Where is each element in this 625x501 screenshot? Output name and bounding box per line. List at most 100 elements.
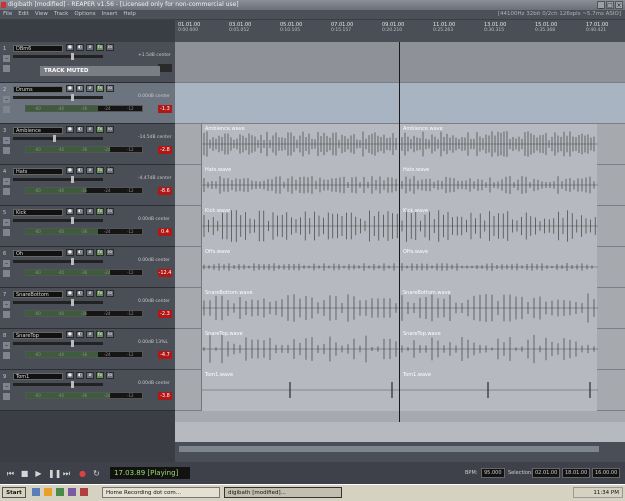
media-item[interactable]: Ambience.wave: [201, 124, 400, 165]
volume-slider[interactable]: [13, 53, 103, 60]
speaker-icon[interactable]: [3, 147, 10, 154]
speaker-icon[interactable]: [3, 188, 10, 195]
fx-icon[interactable]: fx: [96, 167, 104, 174]
io-icon[interactable]: io: [106, 249, 114, 256]
minimize-button[interactable]: _: [597, 1, 605, 9]
monitor-icon[interactable]: ◐: [76, 290, 84, 297]
media-item[interactable]: SnareBottom.wave: [399, 288, 598, 329]
track-header[interactable]: 2 Drums ● ◐ ø fx io ~0.00dB center -60 -40 -36 -24-…: [0, 83, 175, 124]
phase-icon[interactable]: ø: [86, 208, 94, 215]
phase-icon[interactable]: ø: [86, 372, 94, 379]
task-forum[interactable]: Home Recording dot com...: [102, 487, 220, 498]
track-lane[interactable]: SnareBottom.wave SnareBottom.wave: [175, 288, 625, 329]
envelope-icon[interactable]: ~: [3, 137, 10, 144]
envelope-icon[interactable]: ~: [3, 219, 10, 226]
record-arm-icon[interactable]: ●: [66, 44, 74, 51]
io-icon[interactable]: io: [106, 44, 114, 51]
record-arm-icon[interactable]: ●: [66, 208, 74, 215]
selection-end-field[interactable]: 18.01.00: [562, 468, 590, 478]
phase-icon[interactable]: ø: [86, 44, 94, 51]
track-name-field[interactable]: Hats: [13, 168, 63, 175]
monitor-icon[interactable]: ◐: [76, 331, 84, 338]
repeat-icon[interactable]: ↻: [92, 469, 101, 478]
track-header[interactable]: 1DBm6●◐øfxio~+1.5dB center-60-40-36-24-1…: [0, 42, 175, 83]
bpm-field[interactable]: 95.000: [481, 468, 505, 478]
media-item[interactable]: Ambience.wave: [399, 124, 598, 165]
close-button[interactable]: ×: [615, 1, 623, 9]
fx-icon[interactable]: fx: [96, 44, 104, 51]
track-name-field[interactable]: Tom1: [13, 373, 63, 380]
speaker-icon[interactable]: [3, 270, 10, 277]
track-name-field[interactable]: Kick: [13, 209, 63, 216]
phase-icon[interactable]: ø: [86, 126, 94, 133]
stop-icon[interactable]: ■: [20, 469, 29, 478]
phase-icon[interactable]: ø: [86, 85, 94, 92]
phase-icon[interactable]: ø: [86, 249, 94, 256]
track-header[interactable]: 8 SnareTop ● ◐ ø fx io ~0.00dB 13%L -60 -40 -36 -24…: [0, 329, 175, 370]
phase-icon[interactable]: ø: [86, 331, 94, 338]
track-header[interactable]: 3 Ambience ● ◐ ø fx io ~ -14.5dB center -60 -40 -36…: [0, 124, 175, 165]
menu-file[interactable]: File: [3, 10, 12, 19]
track-lane[interactable]: Hats.wave Hats.wave: [175, 165, 625, 206]
media-item[interactable]: Hats.wave: [201, 165, 400, 206]
fx-icon[interactable]: fx: [96, 249, 104, 256]
quicklaunch-firefox-icon[interactable]: [44, 488, 52, 496]
fx-icon[interactable]: fx: [96, 331, 104, 338]
record-arm-icon[interactable]: ●: [66, 372, 74, 379]
io-icon[interactable]: io: [106, 167, 114, 174]
media-item[interactable]: OHs.wave: [399, 247, 598, 288]
track-lane[interactable]: Ambience.wave Ambience.wave: [175, 124, 625, 165]
peak-indicator[interactable]: -1.3: [158, 105, 172, 113]
io-icon[interactable]: io: [106, 126, 114, 133]
record-arm-icon[interactable]: ●: [66, 85, 74, 92]
speaker-icon[interactable]: [3, 229, 10, 236]
media-item[interactable]: SnareBottom.wave: [201, 288, 400, 329]
quicklaunch-ie-icon[interactable]: [32, 488, 40, 496]
volume-slider[interactable]: [13, 381, 103, 388]
scroll-thumb[interactable]: [179, 446, 599, 452]
monitor-icon[interactable]: ◐: [76, 208, 84, 215]
volume-knob[interactable]: [71, 381, 74, 388]
envelope-icon[interactable]: ~: [3, 178, 10, 185]
speaker-icon[interactable]: [3, 352, 10, 359]
volume-knob[interactable]: [71, 217, 74, 224]
media-item[interactable]: Tom1.wave: [399, 370, 598, 411]
volume-knob[interactable]: [71, 299, 74, 306]
peak-indicator[interactable]: -2.8: [158, 146, 172, 154]
record-arm-icon[interactable]: ●: [66, 290, 74, 297]
menu-options[interactable]: Options: [74, 10, 95, 19]
media-item[interactable]: Kick.wave: [399, 206, 598, 247]
volume-knob[interactable]: [71, 53, 74, 60]
track-name-field[interactable]: DBm6: [13, 45, 63, 52]
quicklaunch-winamp-icon[interactable]: [68, 488, 76, 496]
fx-icon[interactable]: fx: [96, 372, 104, 379]
peak-indicator[interactable]: -12.4: [158, 269, 172, 277]
selection-start-field[interactable]: 02.01.00: [532, 468, 560, 478]
io-icon[interactable]: io: [106, 85, 114, 92]
monitor-icon[interactable]: ◐: [76, 372, 84, 379]
track-header[interactable]: 5 Kick ● ◐ ø fx io ~0.00dB center -60 -40 -36 -24 -1…: [0, 206, 175, 247]
volume-slider[interactable]: [13, 176, 103, 183]
track-lane[interactable]: [175, 83, 625, 124]
track-name-field[interactable]: Oh: [13, 250, 63, 257]
task-reaper[interactable]: digibath [modified]...: [224, 487, 342, 498]
fx-icon[interactable]: fx: [96, 126, 104, 133]
track-lane[interactable]: Tom1.wave Tom1.wave: [175, 370, 625, 411]
menu-view[interactable]: View: [35, 10, 48, 19]
track-name-field[interactable]: Ambience: [13, 127, 63, 134]
speaker-icon[interactable]: [3, 393, 10, 400]
track-lane[interactable]: OHs.wave OHs.wave: [175, 247, 625, 288]
menu-insert[interactable]: Insert: [102, 10, 118, 19]
envelope-icon[interactable]: ~: [3, 96, 10, 103]
fx-icon[interactable]: fx: [96, 208, 104, 215]
envelope-icon[interactable]: ~: [3, 342, 10, 349]
track-lane[interactable]: SnareTop.wave SnareTop.wave: [175, 329, 625, 370]
volume-knob[interactable]: [53, 135, 56, 142]
track-lane[interactable]: [175, 42, 625, 83]
monitor-icon[interactable]: ◐: [76, 85, 84, 92]
record-arm-icon[interactable]: ●: [66, 167, 74, 174]
monitor-icon[interactable]: ◐: [76, 126, 84, 133]
track-lane[interactable]: Kick.wave Kick.wave: [175, 206, 625, 247]
quicklaunch-media-icon[interactable]: [56, 488, 64, 496]
track-header[interactable]: 9 Tom1 ● ◐ ø fx io ~0.00dB center -60 -40 -36 -24 -1…: [0, 370, 175, 411]
